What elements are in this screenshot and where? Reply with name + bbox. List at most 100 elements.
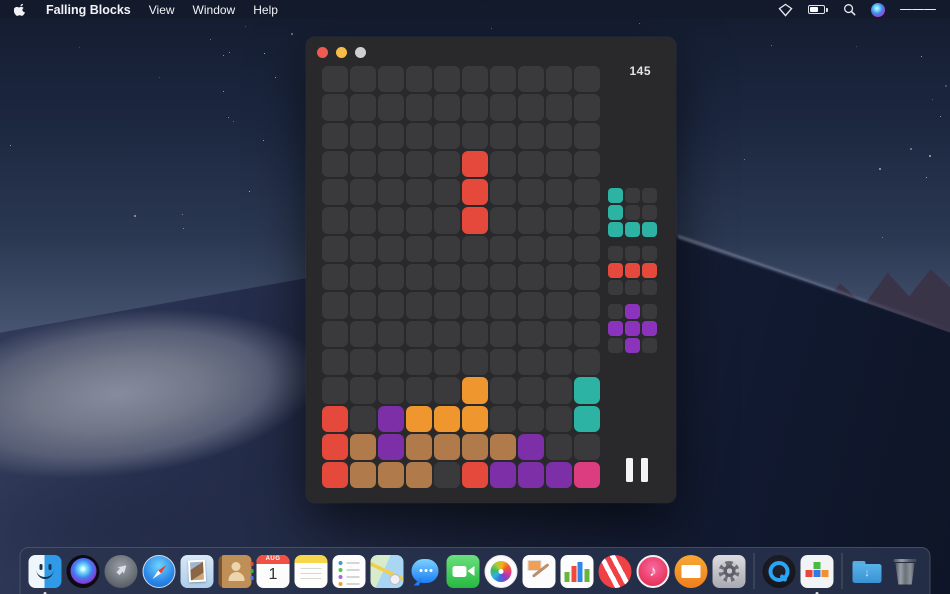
preview-cell (642, 222, 657, 237)
dock-item-messages[interactable] (409, 555, 442, 588)
preview-cell (642, 188, 657, 203)
dock-item-finder[interactable] (28, 554, 62, 594)
pause-bar (626, 458, 633, 482)
grid-cell-empty (574, 264, 600, 291)
dock-item-contacts[interactable] (218, 554, 253, 588)
grid-cell-empty (350, 377, 376, 404)
grid-cell-empty (546, 122, 572, 149)
dock-item-quicktime[interactable] (762, 554, 796, 588)
grid-cell-filled (574, 462, 600, 489)
dock-item-calendar[interactable]: AUG 1 (256, 554, 290, 588)
pause-bar (641, 458, 648, 482)
needle (151, 563, 168, 580)
grid-cell-empty (350, 292, 376, 319)
dock-item-news[interactable] (598, 554, 632, 588)
quicktime-icon (762, 554, 796, 588)
siri-icon[interactable] (871, 2, 885, 17)
grid-cell-empty (350, 150, 376, 178)
grid-cell-empty (406, 66, 432, 93)
grid-cell-empty (462, 264, 488, 291)
grid-cell-empty (518, 94, 544, 121)
star (940, 116, 941, 117)
star (263, 140, 264, 141)
diamond-icon[interactable] (778, 3, 793, 17)
star (245, 26, 246, 27)
grid-cell-filled (322, 462, 348, 489)
minimize-button[interactable] (336, 47, 347, 58)
pages-icon (522, 554, 556, 588)
star (210, 39, 211, 40)
grid-cell-empty (546, 320, 572, 347)
star (291, 33, 293, 35)
zoom-button[interactable] (355, 47, 366, 58)
grid-cell-empty (406, 122, 432, 149)
grid-cell-empty (378, 122, 404, 149)
grid-cell-empty (434, 348, 460, 376)
dock-item-maps[interactable] (370, 554, 404, 588)
grid-cell-filled (490, 462, 516, 489)
grid-cell-empty (490, 377, 516, 404)
battery-icon[interactable] (808, 5, 828, 14)
dock-item-fallingblocks[interactable] (800, 554, 834, 594)
dock-item-numbers[interactable] (560, 554, 594, 588)
dock-item-mail[interactable] (180, 554, 214, 588)
grid-cell-filled (462, 150, 488, 178)
active-app-name[interactable]: Falling Blocks (46, 3, 131, 17)
grid-cell-empty (406, 292, 432, 319)
grid-cell-empty (378, 179, 404, 206)
dock-item-notes[interactable] (294, 554, 328, 588)
menu-help[interactable]: Help (253, 3, 278, 17)
dock-item-books[interactable] (674, 554, 708, 588)
grid-cell-empty (406, 320, 432, 347)
grid-cell-empty (378, 207, 404, 234)
grid-cell-empty (490, 122, 516, 149)
dock-item-reminders[interactable] (332, 554, 366, 588)
bubble (411, 558, 439, 583)
grid-cell-empty (350, 179, 376, 206)
star (879, 168, 881, 170)
grid-cell-empty (518, 264, 544, 291)
grid-cell-filled (350, 462, 376, 489)
grid-cell-empty (518, 235, 544, 263)
menu-bar: Falling Blocks View Window Help (0, 0, 950, 19)
dock-item-siri[interactable] (66, 554, 100, 588)
dock-item-pages[interactable] (522, 554, 556, 588)
dock-item-trash[interactable] (889, 555, 922, 588)
grid-cell-empty (350, 94, 376, 121)
pause-button[interactable] (620, 456, 654, 484)
grid-cell-filled (406, 433, 432, 461)
dock-item-settings[interactable] (712, 554, 746, 588)
lid (893, 558, 917, 562)
menu-window[interactable]: Window (193, 3, 236, 17)
dock-item-downloads[interactable]: ↓ (851, 555, 884, 588)
apple-menu-icon[interactable] (14, 2, 27, 17)
grid-cell-filled (462, 405, 488, 432)
grid-cell-empty (490, 179, 516, 206)
grid-cell-empty (378, 94, 404, 121)
grid-cell-filled (462, 179, 488, 206)
bin (895, 562, 915, 585)
dock-item-launchpad[interactable] (104, 554, 138, 588)
dock-item-photos[interactable] (484, 554, 518, 588)
dock-divider (753, 553, 755, 589)
maps-icon (370, 554, 404, 588)
grid-cell-empty (350, 207, 376, 234)
grid-cell-empty (434, 292, 460, 319)
notification-center-icon[interactable] (900, 7, 936, 13)
mail-icon (180, 554, 214, 588)
preview-cell (625, 205, 640, 220)
close-button[interactable] (317, 47, 328, 58)
dock-item-facetime[interactable] (446, 554, 480, 588)
dock-item-itunes[interactable]: ♪ (636, 554, 670, 588)
grid-cell-empty (462, 348, 488, 376)
star (910, 148, 912, 150)
dock-item-safari[interactable] (142, 554, 176, 588)
spotlight-search-icon[interactable] (843, 3, 856, 16)
grid-cell-empty (574, 66, 600, 93)
menu-view[interactable]: View (149, 3, 175, 17)
grid-cell-empty (490, 405, 516, 432)
grid-cell-filled (490, 433, 516, 461)
grid-cell-empty (546, 150, 572, 178)
grid-cell-empty (518, 348, 544, 376)
star (929, 155, 931, 157)
